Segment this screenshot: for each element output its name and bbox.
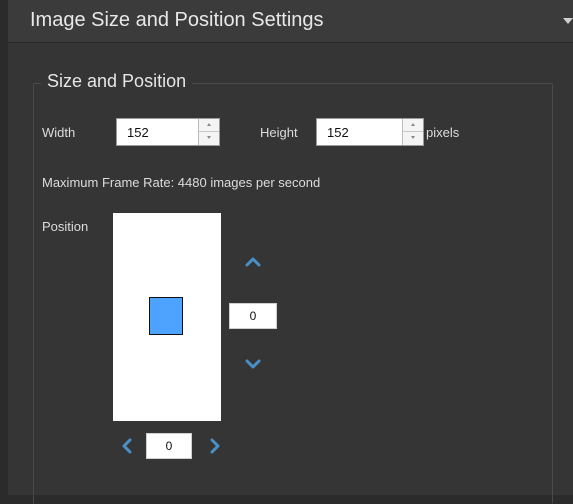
chevron-up-icon[interactable] — [242, 251, 264, 273]
position-area[interactable] — [113, 213, 221, 421]
size-position-group — [33, 83, 553, 504]
spin-up-icon — [207, 123, 211, 126]
height-label: Height — [260, 125, 298, 140]
spin-down-icon — [207, 136, 211, 139]
spin-down-icon — [411, 136, 415, 139]
panel-title: Image Size and Position Settings — [30, 9, 324, 31]
position-label: Position — [42, 219, 89, 234]
width-label: Width — [42, 125, 76, 140]
height-increment-button[interactable] — [403, 119, 423, 132]
frame-rate-text: Maximum Frame Rate: 4480 images per seco… — [42, 175, 321, 190]
panel-header[interactable]: Image Size and Position Settings — [8, 0, 573, 43]
height-value: 152 — [327, 125, 349, 140]
roi-rectangle[interactable] — [149, 297, 183, 335]
height-decrement-button[interactable] — [403, 132, 423, 145]
panel-body: Size and Position Width 152 Height 152 p… — [8, 43, 573, 504]
vertical-offset-input[interactable]: 0 — [229, 303, 277, 329]
image-settings-panel: Image Size and Position Settings Size an… — [8, 0, 573, 504]
height-spinbox[interactable]: 152 — [316, 118, 424, 146]
chevron-left-icon[interactable] — [116, 435, 138, 457]
size-position-legend: Size and Position — [41, 71, 193, 92]
chevron-right-icon[interactable] — [204, 435, 226, 457]
width-increment-button[interactable] — [199, 119, 219, 132]
units-label: pixels — [426, 125, 460, 140]
width-spinbox[interactable]: 152 — [116, 118, 220, 146]
width-value: 152 — [127, 125, 149, 140]
spin-up-icon — [411, 123, 415, 126]
chevron-down-icon[interactable] — [242, 353, 264, 375]
width-decrement-button[interactable] — [199, 132, 219, 145]
collapse-icon[interactable] — [563, 18, 573, 24]
width-spin-buttons — [198, 119, 219, 145]
height-spin-buttons — [402, 119, 423, 145]
horizontal-offset-input[interactable]: 0 — [146, 433, 192, 459]
